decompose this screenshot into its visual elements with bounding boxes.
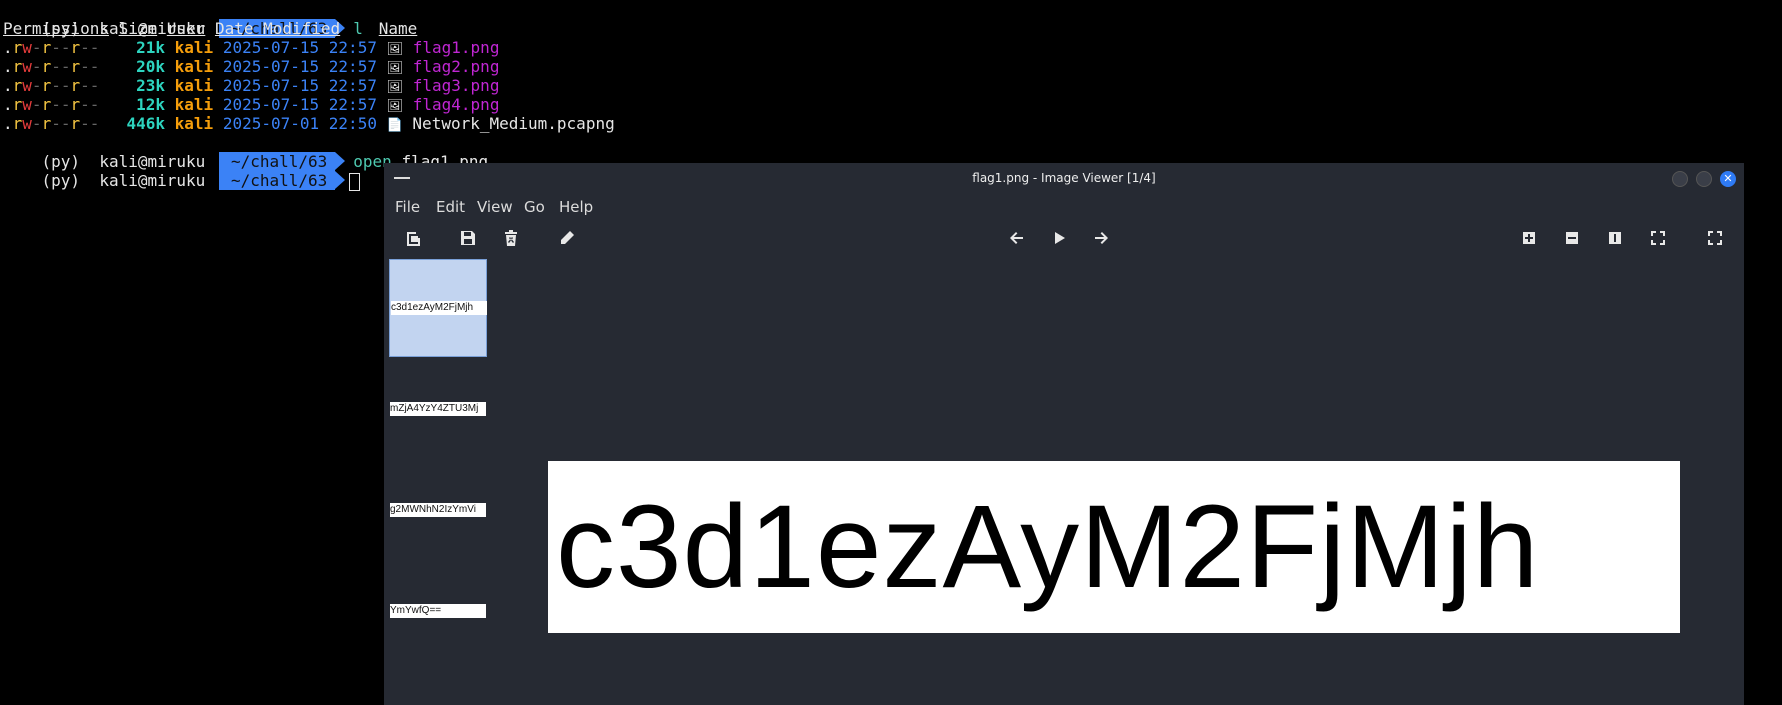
- minimize-button[interactable]: [1672, 171, 1688, 187]
- menu-bar: File Edit View Go Help: [384, 193, 1744, 221]
- file-row: .rw-r--r-- 20k kali 2025-07-15 22:57 🖼 f…: [3, 57, 500, 76]
- file-size: 21k: [136, 38, 166, 57]
- thumbnail[interactable]: g2MWNhN2IzYmVi: [389, 461, 487, 559]
- file-date: 2025-07-01 22:50: [222, 114, 377, 133]
- delete-icon[interactable]: [501, 228, 521, 248]
- file-icon: 📄: [386, 118, 403, 133]
- menu-view[interactable]: View: [477, 193, 513, 221]
- thumbnail[interactable]: YmYwfQ==: [389, 562, 487, 660]
- prompt-line-2: (py) kali@miruku ~/chall/63 open flag1.pn…: [3, 133, 488, 171]
- file-row: .rw-r--r-- 23k kali 2025-07-15 22:57 🖼 f…: [3, 76, 500, 95]
- file-date: 2025-07-15 22:57: [222, 95, 377, 114]
- header-date: Date Modified: [214, 19, 341, 38]
- prompt-user-host: kali@miruku: [99, 171, 206, 190]
- thumbnail-label: mZjA4YzY4ZTU3Mj: [390, 402, 486, 416]
- open-icon[interactable]: [403, 228, 423, 248]
- file-date: 2025-07-15 22:57: [222, 76, 377, 95]
- window-titlebar[interactable]: flag1.png - Image Viewer [1/4] ✕: [384, 163, 1744, 193]
- file-user: kali: [174, 57, 214, 76]
- menu-file[interactable]: File: [395, 193, 420, 221]
- file-user: kali: [174, 114, 214, 133]
- header-user: User: [166, 19, 206, 38]
- save-icon[interactable]: [458, 228, 478, 248]
- listing-header: Permissions Size User Date Modified Name: [3, 19, 417, 38]
- thumbnail-strip: c3d1ezAyM2FjMjh mZjA4YzY4ZTU3Mj g2MWNhN2…: [389, 259, 489, 705]
- file-name: flag3.png: [412, 76, 500, 95]
- window-title: flag1.png - Image Viewer [1/4]: [972, 171, 1156, 185]
- menu-help[interactable]: Help: [559, 193, 593, 221]
- header-size: Size: [118, 19, 158, 38]
- file-size: 446k: [126, 114, 166, 133]
- zoom-in-icon[interactable]: [1519, 228, 1539, 248]
- file-row: .rw-r--r-- 446k kali 2025-07-01 22:50 📄 …: [3, 114, 615, 133]
- file-date: 2025-07-15 22:57: [222, 38, 377, 57]
- terminal-cursor[interactable]: [349, 172, 361, 191]
- header-permissions: Permissions: [3, 19, 109, 38]
- previous-arrow-icon[interactable]: [1006, 228, 1026, 248]
- toolbar: [384, 221, 1744, 255]
- prompt-env: (py): [41, 171, 81, 190]
- zoom-out-icon[interactable]: [1562, 228, 1582, 248]
- prompt-path: ~/chall/63: [218, 171, 346, 190]
- file-size: 20k: [136, 57, 166, 76]
- prompt-line-1: (py) kali@miruku ~/chall/63 l: [3, 0, 363, 38]
- image-file-icon: 🖼: [386, 80, 404, 95]
- file-user: kali: [174, 95, 214, 114]
- image-file-icon: 🖼: [386, 42, 404, 57]
- zoom-fit-icon[interactable]: [1648, 228, 1668, 248]
- file-size: 23k: [136, 76, 166, 95]
- fullscreen-icon[interactable]: [1705, 228, 1725, 248]
- image-viewer-window[interactable]: flag1.png - Image Viewer [1/4] ✕ File Ed…: [384, 163, 1744, 705]
- file-user: kali: [174, 38, 214, 57]
- file-name: flag2.png: [412, 57, 500, 76]
- image-file-icon: 🖼: [386, 61, 404, 76]
- file-size: 12k: [136, 95, 166, 114]
- displayed-image[interactable]: c3d1ezAyM2FjMjh: [548, 461, 1680, 633]
- play-slideshow-icon[interactable]: [1049, 228, 1069, 248]
- menu-go[interactable]: Go: [524, 193, 545, 221]
- thumbnail-label: c3d1ezAyM2FjMjh: [391, 301, 487, 315]
- prompt-line-3: (py) kali@miruku ~/chall/63: [3, 152, 361, 191]
- file-date: 2025-07-15 22:57: [222, 57, 377, 76]
- file-row: .rw-r--r-- 21k kali 2025-07-15 22:57 🖼 f…: [3, 38, 500, 57]
- header-name: Name: [378, 19, 418, 38]
- thumbnail-label: g2MWNhN2IzYmVi: [390, 503, 486, 517]
- menu-edit[interactable]: Edit: [436, 193, 465, 221]
- next-arrow-icon[interactable]: [1092, 228, 1112, 248]
- image-file-icon: 🖼: [386, 99, 404, 114]
- file-name: Network_Medium.pcapng: [412, 114, 615, 133]
- maximize-button[interactable]: [1696, 171, 1712, 187]
- file-name: flag4.png: [412, 95, 500, 114]
- edit-pencil-icon[interactable]: [557, 228, 577, 248]
- file-name: flag1.png: [412, 38, 500, 57]
- thumbnail-selected[interactable]: c3d1ezAyM2FjMjh: [389, 259, 487, 357]
- zoom-original-icon[interactable]: [1605, 228, 1625, 248]
- file-user: kali: [174, 76, 214, 95]
- thumbnail[interactable]: mZjA4YzY4ZTU3Mj: [389, 360, 487, 458]
- file-row: .rw-r--r-- 12k kali 2025-07-15 22:57 🖼 f…: [3, 95, 500, 114]
- image-text: c3d1ezAyM2FjMjh: [556, 481, 1540, 613]
- thumbnail-label: YmYwfQ==: [390, 604, 486, 618]
- close-button[interactable]: ✕: [1720, 171, 1736, 187]
